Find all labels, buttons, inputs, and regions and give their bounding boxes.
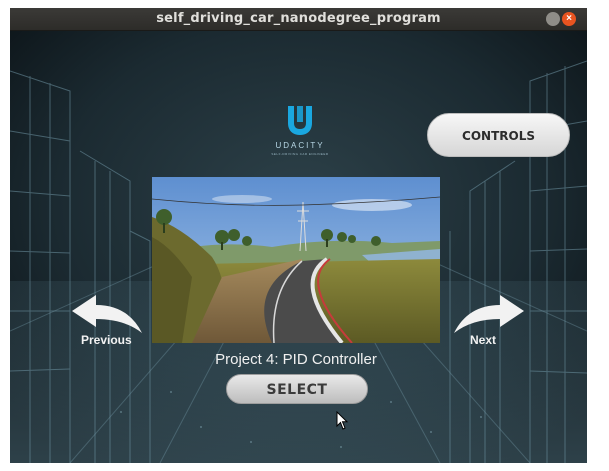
next-nav[interactable]: Next [448,293,528,353]
logo-tagline: SELF-DRIVING CAR ENGINEER [271,152,329,156]
close-button[interactable]: × [562,12,576,26]
window-title: self_driving_car_nanodegree_program [156,11,441,26]
project-title: Project 4: PID Controller [215,351,377,368]
controls-button[interactable]: CONTROLS [427,113,570,157]
next-label: Next [470,333,497,347]
select-button[interactable]: SELECT [226,374,368,404]
menu-scene: UDACITY SELF-DRIVING CAR ENGINEER CONTRO… [10,31,587,463]
window-titlebar[interactable]: self_driving_car_nanodegree_program × [10,8,587,31]
minimize-button[interactable] [546,12,560,26]
previous-nav[interactable]: Previous [68,293,148,353]
udacity-logo: UDACITY SELF-DRIVING CAR ENGINEER [265,103,335,156]
logo-brand-text: UDACITY [275,141,325,150]
app-window: self_driving_car_nanodegree_program × UD… [10,8,587,463]
project-preview-image [152,177,440,343]
previous-label: Previous [81,333,132,347]
mouse-cursor-icon [336,411,349,430]
udacity-logo-icon [288,106,312,135]
